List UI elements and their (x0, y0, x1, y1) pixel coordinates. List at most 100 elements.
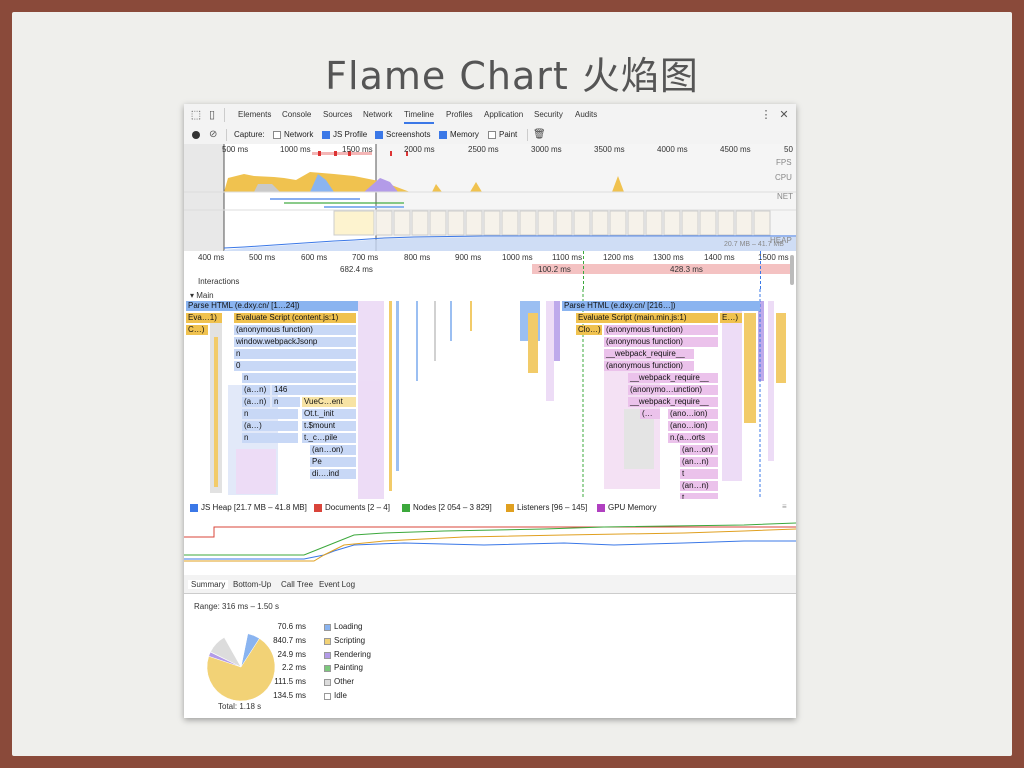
ruler-tick: 500 ms (249, 253, 276, 262)
counter-gpu[interactable]: GPU Memory (597, 503, 656, 512)
breakdown-row-painting: 2.2 ms Painting (272, 663, 382, 675)
flame-ann-r1[interactable]: (an…n) (680, 457, 718, 467)
counter-listeners[interactable]: Listeners [96 – 145] (506, 503, 587, 512)
flame-anon-on[interactable]: (an…on) (310, 445, 356, 455)
flame-parse-html-left[interactable]: Parse HTML (e.dxy.cn/ [1…24]) (186, 301, 358, 311)
flame-chart[interactable]: ▾ Main Parse HTML (e.dxy.cn/ [1…24]) Eva… (184, 289, 796, 500)
flame-vuecomponent[interactable]: VueC…ent (302, 397, 356, 407)
flame-0[interactable]: 0 (234, 361, 356, 371)
capture-memory-checkbox[interactable]: Memory (439, 130, 479, 139)
flame-n-5[interactable]: n (242, 433, 298, 443)
flame-an-1[interactable]: (a…n) (242, 385, 270, 395)
checkbox-paint[interactable] (488, 130, 496, 139)
flame-evaluate-left-short[interactable]: Eva…1) (186, 313, 222, 323)
checkbox-documents[interactable] (314, 503, 322, 512)
record-icon[interactable] (192, 131, 200, 139)
flame-ann-r2[interactable]: (an…n) (680, 481, 718, 491)
net-label: NET (777, 192, 793, 201)
flame-n[interactable]: n (234, 349, 356, 359)
tab-summary[interactable]: Summary (188, 580, 229, 589)
flame-init[interactable]: Ot.t._init (302, 409, 356, 419)
tab-audits[interactable]: Audits (575, 110, 597, 119)
interaction-bar-2[interactable]: 100.2 ms (532, 264, 584, 274)
flame-mount[interactable]: t.$mount (302, 421, 356, 431)
flame-e-right[interactable]: E…) (720, 313, 742, 323)
checkbox-gpu[interactable] (597, 503, 605, 512)
flame-n-4[interactable]: n (242, 409, 298, 419)
flame-webpack-r1[interactable]: __webpack_require__ (604, 349, 694, 359)
flame-evaluate-main[interactable]: Evaluate Script (main.min.js:1) (576, 313, 718, 323)
timeline-overview[interactable]: 500 ms 1000 ms 1500 ms 2000 ms 2500 ms 3… (184, 144, 796, 252)
checkbox-memory[interactable] (439, 130, 447, 139)
tab-application[interactable]: Application (484, 110, 523, 119)
checkbox-jsheap[interactable] (190, 503, 198, 512)
tab-call-tree[interactable]: Call Tree (281, 580, 313, 589)
flame-anon-r3[interactable]: (anonymous function) (604, 361, 694, 371)
breakdown-row-loading: 70.6 ms Loading (272, 622, 382, 634)
flame-n-3[interactable]: n (272, 397, 300, 407)
checkbox-jsprofile[interactable] (322, 130, 330, 139)
flame-c-left[interactable]: C…) (186, 325, 208, 335)
tab-security[interactable]: Security (534, 110, 563, 119)
flame-146[interactable]: 146 (272, 385, 356, 395)
more-options-icon[interactable]: ⋮ (760, 109, 772, 121)
flame-anon-on-r[interactable]: (an…on) (680, 445, 718, 455)
drag-handle-icon[interactable]: ≡ (782, 502, 787, 511)
capture-paint-checkbox[interactable]: Paint (488, 130, 517, 139)
checkbox-screenshots[interactable] (375, 130, 383, 139)
breakdown-swatch (324, 637, 331, 645)
close-icon[interactable]: ✕ (778, 109, 790, 121)
flame-an-2[interactable]: (a…n) (242, 397, 270, 407)
flame-anoion-r2[interactable]: (ano…ion) (668, 421, 718, 431)
ruler-tick: 1000 ms (502, 253, 533, 262)
breakdown-swatch (324, 693, 331, 700)
device-mode-icon[interactable]: ▯ (206, 109, 218, 121)
checkbox-listeners[interactable] (506, 503, 514, 512)
tab-timeline[interactable]: Timeline (404, 110, 434, 124)
flame-anon-r1[interactable]: (anonymous function) (604, 325, 718, 335)
counter-nodes[interactable]: Nodes [2 054 – 3 829] (402, 503, 492, 512)
tab-event-log[interactable]: Event Log (319, 580, 355, 589)
capture-screenshots-checkbox[interactable]: Screenshots (375, 130, 430, 139)
interaction-bar-1[interactable]: 682.4 ms (184, 264, 378, 274)
counter-documents[interactable]: Documents [2 – 4] (314, 503, 390, 512)
flame-exports-r[interactable]: n.(a…orts (668, 433, 718, 443)
trash-icon[interactable]: 🗑 (533, 129, 546, 140)
flame-paren-r[interactable]: (… (640, 409, 660, 419)
flame-anoion-r1[interactable]: (ano…ion) (668, 409, 718, 419)
breakdown-value: 24.9 ms (277, 649, 306, 659)
tab-console[interactable]: Console (282, 110, 311, 119)
flame-pe[interactable]: Pe (310, 457, 356, 467)
flame-anonymo-r[interactable]: (anonymo…unction) (628, 385, 718, 395)
flame-webpack-r3[interactable]: __webpack_require__ (628, 397, 718, 407)
overview-tick: 2500 ms (468, 145, 499, 154)
flame-compile[interactable]: t._c…pile (302, 433, 356, 443)
tab-sources[interactable]: Sources (323, 110, 352, 119)
overview-dim-left (184, 144, 224, 251)
clear-icon[interactable]: ⊘ (209, 129, 217, 140)
capture-jsprofile-checkbox[interactable]: JS Profile (322, 130, 367, 139)
scrollbar[interactable] (790, 255, 794, 285)
checkbox-network[interactable] (273, 130, 281, 139)
flame-a[interactable]: (a…) (242, 421, 298, 431)
tab-elements[interactable]: Elements (238, 110, 271, 119)
counter-jsheap[interactable]: JS Heap [21.7 MB – 41.8 MB] (190, 503, 307, 512)
tab-bottom-up[interactable]: Bottom-Up (233, 580, 271, 589)
tab-network[interactable]: Network (363, 110, 392, 119)
flame-webpack-r2[interactable]: __webpack_require__ (628, 373, 718, 383)
flame-webpackjsonp[interactable]: window.webpackJsonp (234, 337, 356, 347)
flame-dirind[interactable]: di….ind (310, 469, 356, 479)
breakdown-row-rendering: 24.9 ms Rendering (272, 650, 382, 662)
flame-t-r1[interactable]: t (680, 469, 718, 479)
flame-anon-left[interactable]: (anonymous function) (234, 325, 356, 335)
flame-evaluate-content[interactable]: Evaluate Script (content.js:1) (234, 313, 356, 323)
tab-profiles[interactable]: Profiles (446, 110, 473, 119)
checkbox-nodes[interactable] (402, 503, 410, 512)
inspect-icon[interactable]: ⬚ (190, 109, 202, 121)
capture-network-checkbox[interactable]: Network (273, 130, 313, 139)
flame-clo[interactable]: Clo…) (576, 325, 602, 335)
flame-parse-html-right[interactable]: Parse HTML (e.dxy.cn/ [216…]) (562, 301, 760, 311)
flame-n-2[interactable]: n (242, 373, 356, 383)
fps-label: FPS (776, 158, 792, 167)
flame-anon-r2[interactable]: (anonymous function) (604, 337, 718, 347)
